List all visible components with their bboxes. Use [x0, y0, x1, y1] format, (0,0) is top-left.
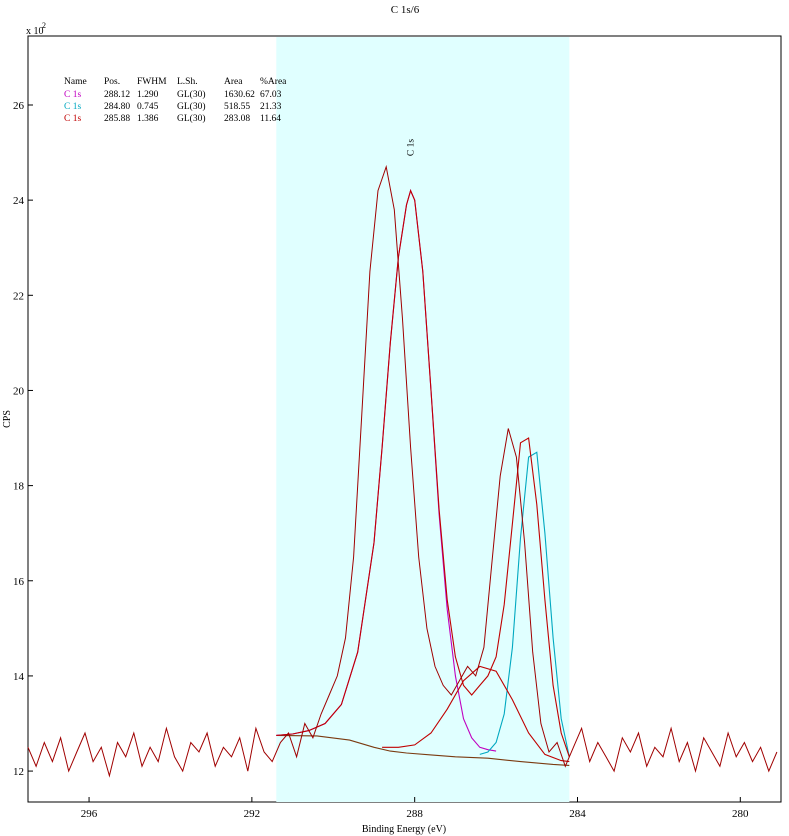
legend-cell-pos: 285.88 [104, 114, 130, 124]
legend-cell-area: 518.55 [224, 102, 250, 112]
chart: C 1s/6 12 14 16 18 20 22 24 26 296 292 288 284 280 C… [2, 4, 782, 835]
y-axis-title: CPS [2, 410, 13, 428]
legend-cell-pct: 11.64 [260, 114, 281, 124]
x-tick-label: 280 [732, 808, 749, 820]
legend-cell-pos: 284.80 [104, 102, 130, 112]
legend-cell-name: C 1s [64, 102, 81, 112]
y-tick-label: 12 [13, 766, 24, 778]
legend-cell-pos: 288.12 [104, 90, 130, 100]
y-tick-label: 22 [13, 290, 24, 302]
x-tick-label: 292 [244, 808, 261, 820]
legend-cell-name: C 1s [64, 114, 81, 124]
y-tick-label: 26 [13, 100, 25, 112]
y-multiplier-exponent: 2 [42, 21, 46, 30]
legend-cell-lsh: GL(30) [177, 113, 206, 124]
legend-cell-area: 1630.62 [224, 90, 255, 100]
y-multiplier-label: x 10 [26, 26, 44, 37]
region-highlight [276, 37, 570, 802]
x-tick-label: 284 [569, 808, 586, 820]
x-axis-title: Binding Energy (eV) [362, 824, 446, 835]
legend-cell-fwhm: 1.290 [137, 90, 159, 100]
legend-cell-pct: 67.03 [260, 90, 282, 100]
y-tick-label: 14 [13, 671, 25, 683]
legend-cell-fwhm: 0.745 [137, 102, 159, 112]
legend-header: Area [224, 77, 243, 87]
y-tick-label: 18 [13, 481, 25, 493]
peak-label: C 1s [407, 139, 417, 156]
legend-cell-pct: 21.33 [260, 102, 282, 112]
legend-header: FWHM [137, 77, 167, 87]
y-tick-label: 24 [13, 195, 25, 207]
legend-header: Name [64, 77, 87, 87]
legend-cell-lsh: GL(30) [177, 101, 206, 112]
y-multiplier: x 10 2 [26, 21, 46, 37]
legend-header: %Area [260, 77, 287, 87]
legend-cell-fwhm: 1.386 [137, 114, 159, 124]
legend-header: Pos. [104, 77, 120, 87]
x-tick-label: 288 [406, 808, 423, 820]
legend-header: L.Sh. [177, 77, 198, 87]
x-tick-label: 296 [81, 808, 98, 820]
legend-cell-lsh: GL(30) [177, 89, 206, 100]
legend-cell-area: 283.08 [224, 114, 250, 124]
legend-cell-name: C 1s [64, 90, 81, 100]
chart-title: C 1s/6 [391, 4, 420, 16]
y-tick-label: 20 [13, 385, 25, 397]
y-tick-label: 16 [13, 576, 25, 588]
